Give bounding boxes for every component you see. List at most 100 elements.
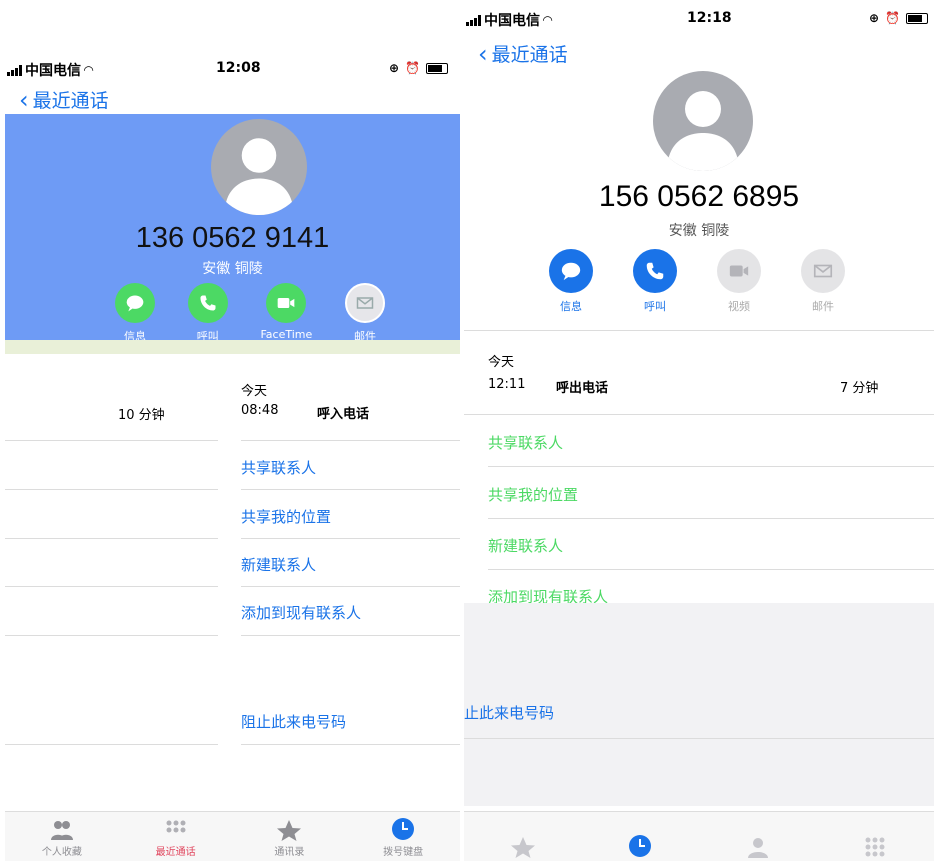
carrier-label: 中国电信 bbox=[484, 13, 540, 29]
new-contact-item[interactable]: 新建联系人 bbox=[488, 535, 563, 556]
call-button[interactable]: 呼叫 bbox=[187, 283, 228, 344]
signal-icon bbox=[7, 64, 22, 76]
divider bbox=[464, 330, 934, 331]
keypad-dots-icon bbox=[865, 837, 885, 857]
divider bbox=[5, 440, 218, 441]
history-day: 今天 bbox=[241, 384, 268, 399]
block-caller-item[interactable]: 阻止此来电号码 bbox=[241, 711, 346, 732]
status-bar: 中国电信 ◠ 12:18 ⊕ ⏰ bbox=[464, 2, 934, 36]
share-contact-item[interactable]: 共享联系人 bbox=[241, 457, 316, 478]
carrier-info: 中国电信 ◠ bbox=[7, 60, 93, 80]
message-button[interactable]: 信息 bbox=[549, 249, 593, 314]
message-icon bbox=[549, 249, 593, 293]
mail-icon bbox=[345, 283, 385, 323]
battery-icon bbox=[426, 62, 449, 74]
call-button[interactable]: 呼叫 bbox=[633, 249, 677, 314]
message-button[interactable]: 信息 bbox=[115, 283, 155, 344]
divider bbox=[5, 489, 218, 490]
divider bbox=[5, 744, 218, 745]
alarm-icon: ⏰ bbox=[885, 11, 901, 25]
tab-bar bbox=[464, 811, 934, 861]
divider bbox=[5, 586, 218, 587]
alarm-icon: ⏰ bbox=[405, 61, 421, 75]
back-button[interactable]: ‹ 最近通话 bbox=[19, 86, 109, 113]
header-bottom-strip bbox=[5, 340, 460, 354]
share-location-item[interactable]: 共享我的位置 bbox=[488, 484, 578, 505]
tab-recents[interactable]: 最近通话 bbox=[119, 812, 233, 861]
phone-location: 安徽 铜陵 bbox=[202, 261, 263, 277]
share-location-item[interactable]: 共享我的位置 bbox=[241, 506, 331, 527]
favorites-people-icon bbox=[50, 821, 73, 840]
mail-button[interactable]: 邮件 bbox=[345, 283, 385, 344]
history-day: 今天 bbox=[488, 355, 515, 370]
star-icon bbox=[277, 820, 302, 841]
divider bbox=[241, 489, 460, 490]
divider bbox=[488, 466, 934, 467]
avatar bbox=[211, 119, 307, 215]
phone-location: 安徽 铜陵 bbox=[668, 223, 730, 239]
wifi-icon: ◠ bbox=[84, 63, 94, 77]
avatar bbox=[653, 71, 753, 171]
star-icon bbox=[510, 837, 535, 858]
mail-button[interactable]: 邮件 bbox=[801, 249, 845, 314]
divider bbox=[464, 738, 934, 739]
divider bbox=[5, 538, 218, 539]
divider bbox=[241, 586, 460, 587]
share-contact-item[interactable]: 共享联系人 bbox=[488, 432, 563, 453]
tab-favorites[interactable] bbox=[464, 812, 582, 861]
carrier-label: 中国电信 bbox=[25, 63, 81, 79]
video-button[interactable]: 视频 bbox=[717, 249, 761, 314]
mail-icon bbox=[801, 249, 845, 293]
divider bbox=[241, 538, 460, 539]
chevron-left-icon: ‹ bbox=[19, 85, 29, 114]
video-icon bbox=[266, 283, 307, 323]
history-type: 呼入电话 bbox=[317, 407, 370, 422]
status-time: 12:18 bbox=[687, 10, 732, 26]
divider bbox=[241, 440, 460, 441]
status-bar: 中国电信 ◠ 12:08 ⊕ ⏰ bbox=[5, 52, 460, 86]
left-screen: 中国电信 ◠ 12:08 ⊕ ⏰ ‹ 最近通话 136 0562 9141 安徽… bbox=[5, 50, 460, 861]
history-duration: 7 分钟 bbox=[840, 381, 879, 396]
history-time: 08:48 bbox=[241, 403, 279, 418]
tab-bar: 个人收藏 最近通话 通讯录 拨号键盘 bbox=[5, 811, 460, 861]
facetime-button[interactable]: FaceTime bbox=[260, 283, 312, 344]
divider bbox=[488, 518, 934, 519]
right-screen: 中国电信 ◠ 12:18 ⊕ ⏰ ‹ 最近通话 156 0562 6895 安徽… bbox=[464, 0, 934, 861]
phone-icon bbox=[187, 283, 228, 323]
divider bbox=[241, 635, 460, 636]
clock-icon bbox=[392, 818, 415, 840]
history-type: 呼出电话 bbox=[556, 381, 609, 396]
signal-icon bbox=[466, 14, 481, 26]
phone-number: 136 0562 9141 bbox=[135, 222, 330, 254]
video-icon bbox=[717, 249, 761, 293]
contact-header: 136 0562 9141 安徽 铜陵 信息 呼叫 FaceTime 邮件 bbox=[5, 114, 460, 354]
back-label: 最近通话 bbox=[32, 90, 109, 112]
tab-favorites[interactable]: 个人收藏 bbox=[5, 812, 119, 861]
tab-keypad[interactable]: 拨号键盘 bbox=[346, 812, 460, 861]
back-button[interactable]: ‹ 最近通话 bbox=[478, 40, 568, 67]
person-silhouette-icon bbox=[667, 91, 739, 171]
contacts-icon bbox=[747, 838, 768, 858]
battery-icon bbox=[906, 12, 929, 24]
history-time: 12:11 bbox=[488, 377, 526, 392]
divider bbox=[5, 635, 218, 636]
tab-recents[interactable] bbox=[582, 812, 700, 861]
history-duration: 10 分钟 bbox=[118, 408, 165, 423]
tab-contacts[interactable]: 通讯录 bbox=[233, 812, 347, 861]
chevron-left-icon: ‹ bbox=[478, 39, 488, 68]
phone-number: 156 0562 6895 bbox=[598, 180, 800, 213]
block-caller-item[interactable]: 止此来电号码 bbox=[464, 702, 554, 723]
new-contact-item[interactable]: 新建联系人 bbox=[241, 554, 316, 575]
status-time: 12:08 bbox=[216, 60, 261, 76]
add-to-existing-item[interactable]: 添加到现有联系人 bbox=[241, 602, 361, 623]
clock-icon bbox=[629, 835, 652, 857]
carrier-info: 中国电信 ◠ bbox=[466, 10, 552, 30]
wifi-icon: ◠ bbox=[543, 13, 553, 27]
message-icon bbox=[115, 283, 155, 323]
divider bbox=[488, 569, 934, 570]
divider bbox=[241, 744, 460, 745]
back-label: 最近通话 bbox=[491, 44, 568, 66]
tab-keypad[interactable] bbox=[817, 812, 934, 861]
tab-contacts[interactable] bbox=[699, 812, 817, 861]
keypad-dots-icon bbox=[166, 820, 186, 833]
